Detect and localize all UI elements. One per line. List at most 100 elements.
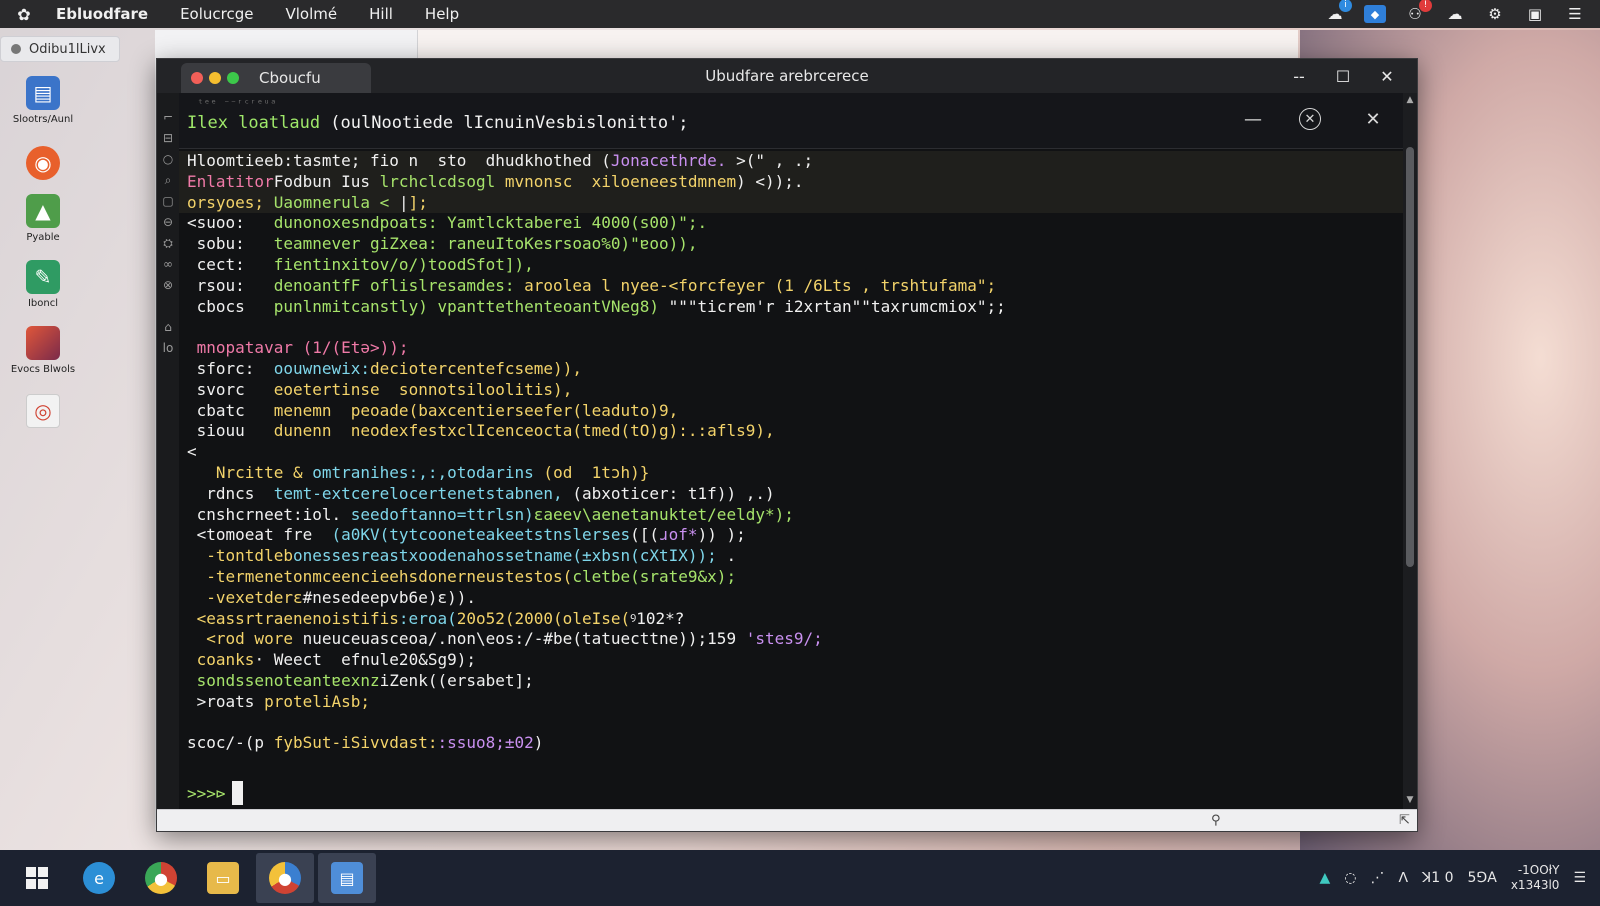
desktop-icon-gradient[interactable]: Evocs Blwols [6, 326, 80, 375]
code-token: mvnonsc xiloeneestdmnem [495, 171, 737, 191]
code-token: omtranihes:,:,otodarins [312, 462, 534, 482]
desktop-icon-label: Iboncl [27, 298, 59, 309]
code-token: <tomoeat fre [187, 525, 332, 545]
code-token: 'stes9/; [736, 629, 823, 649]
cube-icon[interactable]: ◆ [1364, 5, 1386, 23]
gutter-icon[interactable]: ⊗ [163, 277, 173, 294]
desktop-workspace-pill[interactable]: Odibu1lLivx [0, 36, 120, 62]
code-token: rdncs [187, 483, 274, 503]
code-token: scoc/-(p [187, 733, 274, 753]
gutter-icon[interactable]: ⛭ [163, 235, 173, 252]
gutter-icon[interactable]: ▢ [162, 193, 173, 210]
scroll-up-icon[interactable]: ▲ [1403, 95, 1417, 107]
zoom-dot-icon[interactable] [227, 72, 239, 84]
code-token: coanks [187, 650, 255, 670]
clock[interactable]: -1OOłY x1343l0 [1511, 863, 1560, 893]
chrome-icon: ● [269, 862, 301, 894]
desktop-icon-image[interactable]: ▲ Pyable [6, 194, 80, 243]
notification-icon[interactable]: ☰ [1573, 870, 1586, 886]
code-line: coanks· Weect efnule20&Sg9); [179, 650, 1405, 671]
scroll-down-icon[interactable]: ▼ [1403, 795, 1417, 807]
side-gutter: ⌐ ⊟ ○ ⌕ ▢ ⊖ ⛭ ∞ ⊗ ⌂ lo [157, 93, 179, 831]
pane-close-button[interactable]: ✕ [1359, 105, 1387, 133]
code-token: <eassrtraenenoistifis [187, 608, 399, 628]
pin-icon[interactable]: ⚲ [1211, 813, 1221, 828]
menu-item-2[interactable]: Vlolmé [270, 5, 354, 23]
gutter-icon[interactable]: ⌕ [165, 172, 172, 189]
code-token: -extcerelocertenetstabnen, [312, 483, 563, 503]
gutter-icon[interactable]: ⌂ [164, 319, 172, 336]
desktop-icon-editor[interactable]: ✎ Iboncl [6, 260, 80, 309]
close-button[interactable]: ✕ [1367, 59, 1407, 93]
menu-hamburger-icon[interactable]: ☰ [1564, 5, 1586, 23]
code-token: proteliAsb; [264, 691, 371, 711]
wifi-icon[interactable]: ⋰ [1370, 870, 1384, 886]
code-token: cnshcrneet:iol. [187, 504, 342, 524]
pane-minimize-button[interactable]: — [1239, 105, 1267, 133]
cloud-icon[interactable]: ☁ [1444, 5, 1466, 23]
desktop-icon-chrome[interactable]: ◎ [6, 394, 80, 428]
code-token: temt [273, 483, 313, 503]
code-token: >roats [187, 691, 265, 711]
windows-logo-icon [26, 867, 48, 889]
maximize-button[interactable]: ☐ [1323, 59, 1363, 93]
gutter-icon[interactable]: lo [163, 340, 174, 357]
desktop-icon-label: Pyable [26, 232, 60, 243]
cloud-sync-icon[interactable]: ☁ i [1324, 0, 1352, 23]
tray-text-1: ꓘ1 0 [1422, 870, 1454, 886]
clock-date: x1343l0 [1510, 878, 1560, 892]
gutter-icon[interactable]: ⊖ [163, 214, 173, 231]
network-triangle-icon[interactable]: ▲ [1319, 870, 1330, 886]
code-token: cletbe(srate9&x); [572, 566, 737, 586]
network-icon[interactable]: ⚇! [1404, 0, 1432, 23]
close-dot-icon[interactable] [191, 72, 203, 84]
system-tray: ▲ ◌ ⋰ ꓥ ꓘ1 0 5⅁A -1OOłY x1343l0 ☰ [1319, 863, 1600, 893]
code-line: cnshcrneet:iol. seedoftanno=ttrlsn)ɛaeev… [179, 505, 1405, 526]
gear-icon[interactable]: ⚙ [1484, 5, 1506, 23]
menu-item-help[interactable]: Help [409, 5, 475, 23]
code-line: sondssenoteantɐexnziZenk((ersabet]; [179, 671, 1405, 692]
code-token: ꝰ102*? [630, 608, 685, 628]
pane-close-circle-button[interactable]: ✕ [1299, 108, 1321, 130]
shell-prompt[interactable]: >>>⊳ [187, 781, 243, 805]
taskbar-app-browser[interactable]: ● [256, 853, 314, 903]
code-token: cbatc [187, 400, 274, 420]
desktop-icon-firefox[interactable]: ◉ [6, 146, 80, 180]
folder-icon: ▭ [207, 862, 239, 894]
menu-item-1[interactable]: Eolucrcge [164, 5, 269, 23]
vertical-scrollbar[interactable]: ▲ ▼ [1403, 93, 1417, 809]
terminal-tab[interactable]: Cboucfu [181, 63, 371, 93]
taskbar-app-files[interactable]: ▭ [194, 853, 252, 903]
gutter-icon[interactable]: ∞ [163, 256, 173, 273]
gutter-icon[interactable]: ⊟ [163, 130, 173, 147]
menu-item-3[interactable]: Hill [353, 5, 409, 23]
taskbar-app-edge[interactable]: e [70, 853, 128, 903]
code-token: Fodbun Ius [273, 171, 371, 191]
taskbar-app-window[interactable]: ▤ [318, 853, 376, 903]
system-logo-icon[interactable]: ✿ [0, 5, 48, 24]
window-titlebar[interactable]: Cboucfu Ubudfare arebrcerece -- ☐ ✕ [157, 59, 1417, 93]
prompt-symbol: >>>⊳ [187, 783, 226, 803]
code-token: ɛaeev\aenetanuktet/eeldy*); [533, 504, 794, 524]
start-button[interactable] [8, 853, 66, 903]
pen-icon[interactable]: ꓥ [1398, 870, 1408, 886]
taskbar-app-chrome[interactable]: ● [132, 853, 190, 903]
code-line: -tontdlebonessesreastxoodenahossetname(±… [179, 546, 1405, 567]
minimize-button[interactable]: -- [1279, 59, 1319, 93]
code-line: scoc/-(p fybSut-iSivvdast::ssuo8;±02) [179, 733, 1405, 754]
code-line: orsyoes; Uaomnerula < |]; [179, 192, 1405, 214]
chat-icon[interactable]: ◌ [1344, 870, 1356, 886]
minimize-dot-icon[interactable] [209, 72, 221, 84]
menu-app-name[interactable]: Ebluodfare [48, 5, 164, 23]
gutter-icon[interactable]: ○ [163, 151, 173, 168]
expand-icon[interactable]: ⇱ [1399, 813, 1410, 828]
desktop-icon-document[interactable]: ▤ Slootrs/Aunl [6, 76, 80, 125]
screen-icon[interactable]: ▣ [1524, 5, 1546, 23]
code-token: (abxoticer: t1f)) ,.) [562, 483, 775, 503]
code-line: svorc eoetertinse sonnotsiloolitis), [179, 380, 1405, 401]
gutter-icon[interactable]: ⌐ [163, 109, 173, 126]
menubar-tray: ☁ i ◆ ⚇! ☁ ⚙ ▣ ☰ [1324, 0, 1600, 23]
scroll-thumb[interactable] [1406, 147, 1414, 567]
tab-title: Cboucfu [259, 69, 321, 87]
terminal-output[interactable]: Hloomtieeb:tasmte; fio n sto dhudkhothed… [179, 151, 1405, 811]
